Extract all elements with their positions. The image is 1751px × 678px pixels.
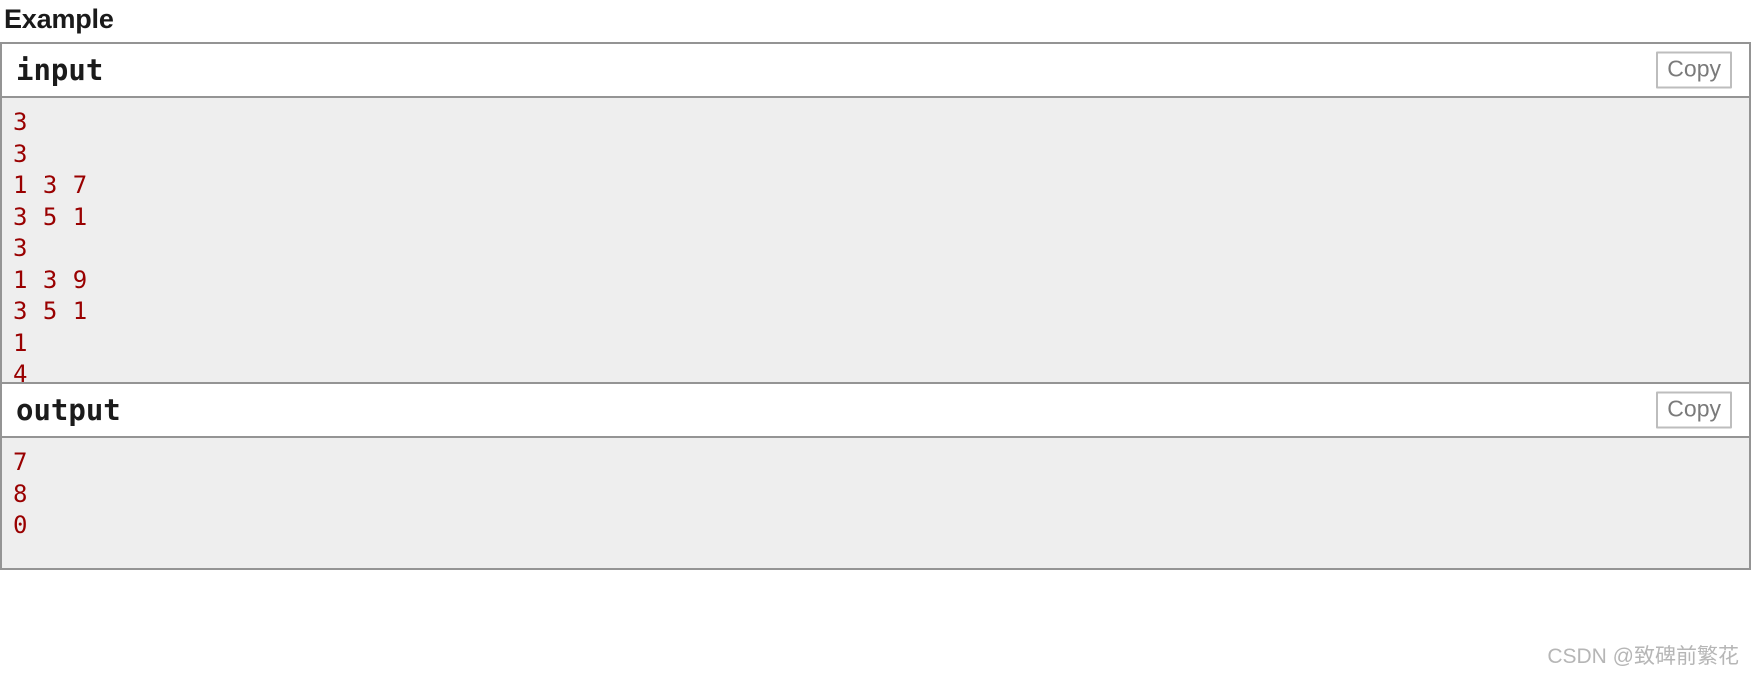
output-line: 7: [13, 448, 28, 476]
csdn-watermark: CSDN @致碑前繁花: [1547, 645, 1739, 668]
output-title: output: [16, 392, 121, 427]
copy-output-button[interactable]: Copy: [1656, 391, 1732, 429]
output-line: 8: [13, 479, 28, 508]
input-line: 3 5 1: [13, 297, 88, 325]
input-line: 1 3 9: [13, 265, 88, 294]
output-line: 0: [13, 511, 28, 539]
page-title: Example: [4, 4, 114, 34]
input-line: 1 3 7: [13, 171, 88, 199]
input-data[interactable]: 3 3 1 3 7 3 5 1 3 1 3 9 3 5 1 1 4 7: [2, 98, 1749, 420]
copy-input-button[interactable]: Copy: [1656, 51, 1732, 89]
sample-tests-container: input Copy 3 3 1 3 7 3 5 1 3 1 3 9 3 5 1…: [0, 42, 1751, 570]
input-header: input Copy: [2, 44, 1749, 98]
example-section: Example input Copy 3 3 1 3 7 3 5 1 3 1 3…: [0, 0, 1751, 678]
output-header: output Copy: [2, 384, 1749, 438]
input-block: input Copy 3 3 1 3 7 3 5 1 3 1 3 9 3 5 1…: [2, 44, 1749, 420]
input-line: 1: [13, 328, 28, 357]
output-data[interactable]: 7 8 0: [2, 438, 1749, 570]
input-line: 3 5 1: [13, 202, 88, 231]
input-line: 3: [13, 234, 28, 262]
input-line: 3: [13, 108, 28, 136]
output-block: output Copy 7 8 0: [2, 384, 1749, 570]
input-line: 3: [13, 139, 28, 168]
input-title: input: [16, 52, 104, 87]
